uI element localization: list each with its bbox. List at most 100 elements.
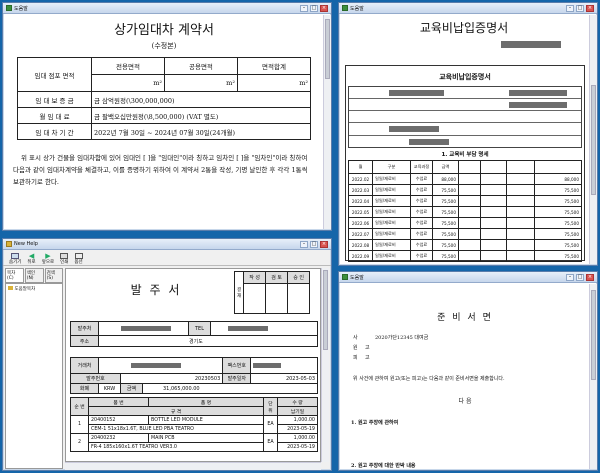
- amount-value: 31,065,000.00: [142, 383, 318, 394]
- back-button[interactable]: ◀ 뒤로: [27, 253, 35, 266]
- cell: 75,500: [534, 228, 582, 240]
- close-button[interactable]: ×: [320, 4, 328, 12]
- app-icon: [6, 5, 12, 11]
- cell: 2022.08: [348, 239, 373, 251]
- cell: 수업료: [410, 239, 433, 251]
- help-window-education: 도움말 – □ × 교육비납입증명서 교육비납입증명서 1. 교육비 부담 명세…: [338, 2, 598, 266]
- brief-item-2: 2. 원고 주장에 대한 반박 내용: [351, 463, 416, 469]
- maximize-button[interactable]: □: [310, 4, 318, 12]
- currency-label: 화폐: [70, 383, 99, 394]
- cell: 일일/재료비: [372, 217, 411, 229]
- vertical-scrollbar[interactable]: [321, 268, 329, 462]
- total-area-header: 면적합계: [236, 57, 312, 75]
- document-title: 상가임대차 계약서: [114, 23, 214, 38]
- case-value: 2020가단12345 대여금: [375, 335, 429, 341]
- tab-contents[interactable]: 목차(C): [5, 268, 24, 283]
- navigation-pane: 목차(C) 색인(N) 검색(S) 도움말목차: [5, 268, 63, 469]
- app-icon: [342, 5, 348, 11]
- signer-approver: 승 인: [287, 271, 311, 284]
- cell: CEM-1 51x18x1.6T, BLUE LED PBA TEATRO: [88, 424, 264, 434]
- cell: 2023-05-19: [277, 424, 318, 434]
- close-button[interactable]: ×: [586, 273, 594, 281]
- lease-document: 상가임대차 계약서 (수정본) 임대 점포 면적 전용면적 공용면적 면적합계 …: [7, 16, 321, 228]
- help-toolbar: 숨기기 ◀ 뒤로 ▶ 앞으로 인쇄 옵션: [3, 250, 331, 266]
- cell: 1,000.00: [277, 433, 318, 443]
- hide-button[interactable]: 숨기기: [9, 253, 21, 265]
- app-icon: [342, 274, 348, 280]
- orderer-label: 발주처: [70, 321, 99, 336]
- col-seq: 순 번: [70, 397, 89, 416]
- cell: 1,000.00: [277, 415, 318, 425]
- orderer-table: 발주처 TEL 주소 경기도: [70, 321, 318, 347]
- window-title: New Help: [14, 241, 38, 247]
- help-window-brief: 도움말 – □ × 준 비 서 면 사 2020가단12345 대여금 원고 피고…: [338, 271, 598, 471]
- address-label: 주소: [70, 335, 99, 347]
- cell: 20400152: [88, 415, 149, 425]
- horizontal-scrollbar[interactable]: [65, 462, 321, 470]
- period-label: 임 대 차 기 간: [17, 123, 92, 140]
- cell: 1: [70, 415, 89, 434]
- minimize-button[interactable]: –: [566, 273, 574, 281]
- rent-value: 금 팔백오십만원정(\8,500,000) (VAT 별도): [91, 107, 311, 124]
- vertical-scrollbar[interactable]: [323, 15, 331, 229]
- deposit-label: 임 대 보 증 금: [17, 91, 92, 108]
- vendor-label: 거래처: [70, 357, 99, 374]
- title-bar: New Help – □ ×: [3, 239, 331, 250]
- close-button[interactable]: ×: [320, 240, 328, 248]
- vendor-table: 거래처 팩스번호 발주번호 20230503 발주일자 2023-05-03 화폐 KRW…: [70, 357, 318, 394]
- cell: 75,500: [534, 184, 582, 196]
- cell: 88,000: [534, 173, 582, 185]
- cell: 75,500: [534, 195, 582, 207]
- plaintiff-label: 원: [353, 345, 358, 351]
- col-name: 품 명: [148, 397, 264, 407]
- col-due: 납기일: [277, 406, 318, 416]
- forward-button[interactable]: ▶ 앞으로: [42, 253, 54, 266]
- tab-index[interactable]: 색인(N): [24, 268, 44, 283]
- minimize-button[interactable]: –: [300, 240, 308, 248]
- total-area-value: m²: [236, 74, 312, 92]
- col-amount: 금액: [432, 160, 459, 174]
- items-table: 순 번품 번품 명단 위수 량 규 격 납기일 1 20400152 BOTTLE L…: [70, 397, 318, 452]
- amount-label: 금액: [120, 383, 143, 394]
- certificate-form: 교육비납입증명서 1. 교육비 부담 명세 월 구분 교육과정 금액 2022.…: [345, 65, 585, 262]
- defendant-label-2: 고: [365, 355, 370, 361]
- col-type: 구분: [372, 160, 411, 174]
- cell: 일일/재료비: [372, 228, 411, 240]
- maximize-button[interactable]: □: [576, 273, 584, 281]
- minimize-button[interactable]: –: [300, 4, 308, 12]
- brief-body: 위 사건에 관하여 원고(또는 피고)는 다음과 같이 준비서면을 제출합니다.: [353, 376, 505, 382]
- plaintiff-label-2: 고: [365, 345, 370, 351]
- cell: 수업료: [410, 173, 433, 185]
- brief-item-1: 1. 원고 주장에 관하여: [351, 420, 399, 426]
- cell: 수업료: [410, 217, 433, 229]
- maximize-button[interactable]: □: [310, 240, 318, 248]
- cell: 2022.06: [348, 217, 373, 229]
- defendant-label: 피: [353, 355, 358, 361]
- options-button[interactable]: 옵션: [74, 253, 83, 265]
- applicant-block: [348, 86, 582, 148]
- section-title: 1. 교육비 부담 명세: [441, 152, 489, 158]
- purchase-order-document: 발 주 서 결재 작 성검 토승 인 발주처 TEL 주소 경기도 거래처 팩스번호 발…: [65, 268, 321, 462]
- exclusive-area-header: 전용면적: [91, 57, 165, 75]
- print-button[interactable]: 인쇄: [60, 253, 68, 265]
- cell: 2023-05-19: [277, 442, 318, 452]
- cell: FR-4 185x160x1.6T TEATRO VER3.0: [88, 442, 264, 452]
- common-area-value: m²: [163, 74, 238, 92]
- tab-search[interactable]: 검색(S): [44, 268, 63, 283]
- cell: 75,500: [534, 206, 582, 218]
- close-button[interactable]: ×: [586, 4, 594, 12]
- minimize-button[interactable]: –: [566, 4, 574, 12]
- maximize-button[interactable]: □: [576, 4, 584, 12]
- vertical-scrollbar[interactable]: [589, 284, 597, 469]
- cell: 수업료: [410, 228, 433, 240]
- exclusive-area-value: m²: [91, 74, 165, 92]
- col-course: 교육과정: [410, 160, 433, 174]
- cell: 75,500: [432, 195, 459, 207]
- tree-item[interactable]: 도움말목차: [8, 286, 35, 292]
- cell: 75,500: [534, 250, 582, 262]
- brief-subheading: 다 음: [458, 398, 472, 405]
- signer-author: 작 성: [243, 271, 267, 284]
- period-value: 2022년 7월 30일 ~ 2024년 07월 30일(24개월): [91, 123, 311, 140]
- col-spec: 규 격: [88, 406, 264, 416]
- vertical-scrollbar[interactable]: [589, 15, 597, 264]
